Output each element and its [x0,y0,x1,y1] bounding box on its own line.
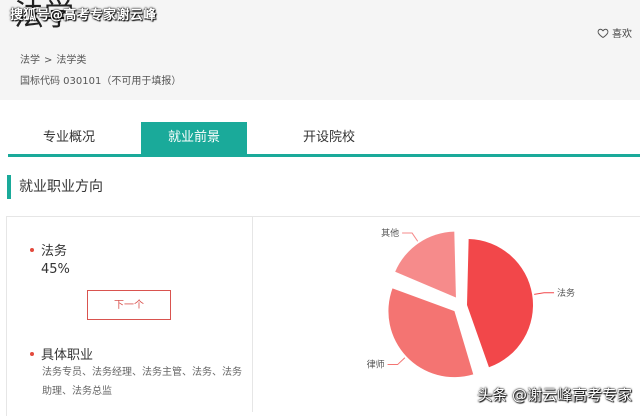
career-item-name: 法务 [41,244,68,259]
pie-leader-0 [534,292,555,295]
national-code: 国标代码 030101（不可用于填报） [20,76,182,87]
favorite-label: 喜欢 [612,29,632,40]
pie-slice-2 [395,231,456,298]
jobs-heading: 具体职业 [41,348,94,363]
section-title: 就业职业方向 [7,175,103,199]
career-pie-chart: 法务律师 其他 [367,227,575,378]
pie-label-2: 其他 [381,227,399,239]
pie-label-1: 律师 [367,359,385,371]
heart-outline-icon [597,28,609,38]
breadcrumb-separator: > [44,55,53,66]
tab-schools[interactable]: 开设院校 [268,122,390,154]
pie-label-0: 法务 [557,287,575,299]
jobs-list: 法务专员、法务经理、法务主管、法务、法务助理、法务总监 [42,367,242,397]
watermark-top: 搜狐号@高考专家谢云峰 [10,8,157,23]
tab-bar: 专业概况 就业前景 开设院校 [8,122,640,157]
pie-leader-1 [387,357,406,366]
breadcrumb: 法学 > 法学类 [20,51,86,66]
pie-leader-2 [402,232,419,242]
pie-slice-0 [467,239,533,368]
bullet-dot [30,248,34,252]
breadcrumb-item-1[interactable]: 法学类 [56,55,86,66]
breadcrumb-item-0[interactable]: 法学 [20,55,40,66]
next-button[interactable]: 下一个 [87,290,171,320]
favorite-button[interactable]: 喜欢 [597,25,632,40]
tab-overview[interactable]: 专业概况 [8,122,130,154]
tab-employment[interactable]: 就业前景 [141,122,247,154]
career-item-percent: 45% [41,262,70,277]
pie-slice-1 [388,288,474,378]
bullet-dot [30,352,34,356]
watermark-bottom: 头条 @谢云峰高考专家 [477,386,632,404]
